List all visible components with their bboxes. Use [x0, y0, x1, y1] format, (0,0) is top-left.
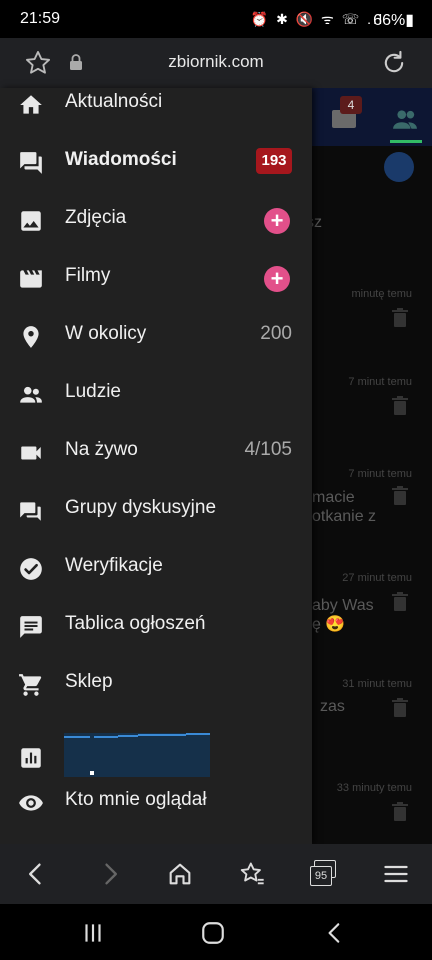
menu-item-w-okolicy[interactable]: W okolicy 200 [0, 307, 312, 365]
messages-badge: 4 [340, 96, 362, 114]
menu-item-tablica-ogloszen[interactable]: Tablica ogłoszeń [0, 597, 312, 655]
eye-icon [19, 795, 43, 811]
announcement-icon [20, 616, 42, 638]
snippet-text: aby Was ę 😍 [312, 597, 374, 633]
menu-item-filmy[interactable]: Filmy + [0, 249, 312, 307]
live-count: 4/105 [244, 439, 292, 460]
menu-item-label: Weryfikacje [65, 555, 163, 576]
chat-icon [20, 152, 42, 174]
menu-item-label: Grupy dyskusyjne [65, 497, 217, 518]
forward-icon[interactable] [96, 860, 124, 888]
snippet-time: 33 minuty temu [336, 782, 412, 794]
active-tab-indicator [390, 140, 422, 143]
graph-segment [118, 735, 138, 737]
trash-icon[interactable] [392, 698, 408, 718]
graph-segment [186, 733, 210, 735]
graph-segment [138, 734, 186, 736]
menu-icon[interactable] [382, 860, 410, 888]
graph-segment [94, 736, 118, 738]
system-nav-bar [0, 904, 432, 960]
snippet-time: 31 minut temu [342, 678, 412, 690]
trash-icon[interactable] [392, 308, 408, 328]
trash-icon[interactable] [392, 486, 408, 506]
cart-icon [19, 674, 42, 696]
url-text[interactable]: zbiornik.com [0, 52, 432, 72]
status-bar: 21:59 ⏰ ✱ 🔇 ᯤ ☏ .ıl 66%▮ [0, 0, 432, 38]
navigation-drawer: Aktualności Wiadomości 193 Zdjęcia + Fil… [0, 88, 312, 844]
stats-graphic [64, 733, 210, 777]
trash-icon[interactable] [392, 396, 408, 416]
system-back-icon[interactable] [322, 920, 348, 946]
menu-item-label: Tablica ogłoszeń [65, 613, 206, 634]
snippet-text: sz [312, 214, 322, 231]
check-circle-icon [20, 558, 42, 580]
snippet-time: minutę temu [351, 288, 412, 300]
location-pin-icon [23, 326, 39, 348]
home-icon [20, 95, 42, 114]
menu-item-label: Filmy [65, 265, 111, 286]
people-icon[interactable] [392, 108, 418, 130]
avatar[interactable] [384, 152, 414, 182]
status-time: 21:59 [20, 10, 61, 27]
background-page: 4 sz minutę temu 7 minut temu 7 minut te… [312, 88, 432, 844]
people-icon [20, 386, 42, 403]
snippet-text: macie otkanie z [312, 489, 377, 525]
browser-bottom-nav: 95 [0, 844, 432, 904]
menu-item-weryfikacje[interactable]: Weryfikacje [0, 539, 312, 597]
menu-item-na-zywo[interactable]: Na żywo 4/105 [0, 423, 312, 481]
video-camera-icon [21, 446, 41, 460]
menu-item-grupy-dyskusyjne[interactable]: Grupy dyskusyjne [0, 481, 312, 539]
graph-segment [64, 736, 90, 738]
menu-item-label: Na żywo [65, 439, 138, 460]
menu-item-label: W okolicy [65, 323, 147, 344]
film-icon [20, 270, 42, 288]
add-video-button[interactable]: + [264, 266, 290, 292]
back-icon[interactable] [22, 860, 50, 888]
menu-item-label: Kto mnie oglądał [65, 789, 207, 810]
menu-item-label: Aktualności [65, 91, 163, 112]
menu-item-zdjecia[interactable]: Zdjęcia + [0, 191, 312, 249]
menu-item-label: Ludzie [65, 381, 121, 402]
menu-item-label: Sklep [65, 671, 113, 692]
tabs-count: 95 [310, 866, 332, 886]
reload-icon[interactable] [380, 49, 408, 77]
trash-icon[interactable] [392, 802, 408, 822]
snippet-text: zas [320, 698, 345, 715]
battery-level: 66%▮ [373, 12, 414, 29]
bar-chart-icon [21, 748, 41, 768]
menu-item-kto-mnie-ogladal[interactable]: Kto mnie oglądał [0, 773, 312, 831]
trash-icon[interactable] [392, 592, 408, 612]
menu-item-ludzie[interactable]: Ludzie [0, 365, 312, 423]
menu-item-sklep[interactable]: Sklep [0, 655, 312, 713]
home-icon[interactable] [166, 860, 194, 888]
nearby-count: 200 [260, 323, 292, 344]
unread-badge: 193 [256, 148, 292, 174]
home-button-icon[interactable] [200, 920, 226, 946]
forum-icon [20, 502, 41, 521]
menu-item-wiadomosci[interactable]: Wiadomości 193 [0, 133, 312, 191]
add-photo-button[interactable]: + [264, 208, 290, 234]
snippet-time: 7 minut temu [348, 376, 412, 388]
image-icon [21, 211, 41, 231]
status-icons: ⏰ ✱ 🔇 ᯤ ☏ .ıl [250, 11, 384, 27]
bookmarks-icon[interactable] [238, 860, 266, 888]
snippet-time: 7 minut temu [348, 468, 412, 480]
recents-icon[interactable] [80, 920, 106, 946]
snippet-time: 27 minut temu [342, 572, 412, 584]
menu-item-label: Wiadomości [65, 149, 177, 170]
tabs-icon[interactable]: 95 [310, 860, 338, 888]
menu-item-aktualnosci[interactable]: Aktualności [0, 75, 312, 133]
menu-item-label: Zdjęcia [65, 207, 127, 228]
